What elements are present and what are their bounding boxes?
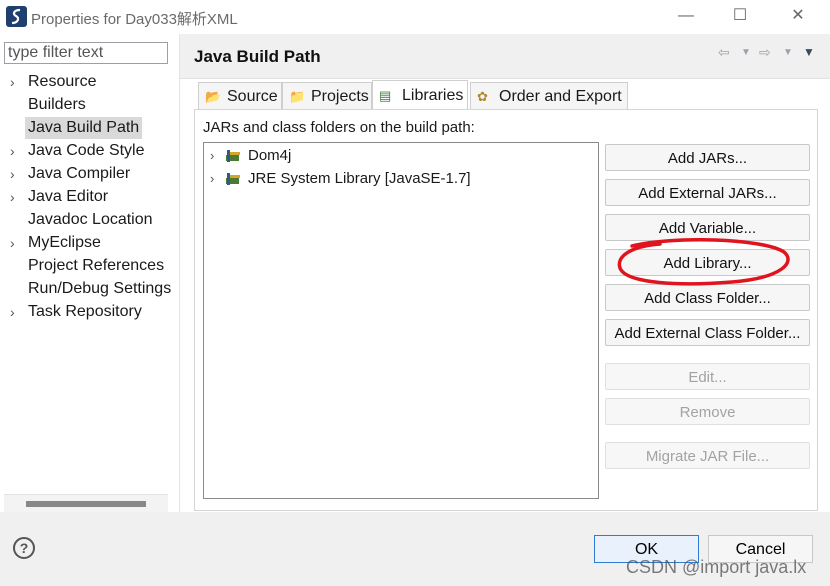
tree-item-label: Task Repository <box>28 303 142 320</box>
tree-item-label: Java Code Style <box>28 142 145 159</box>
pane-divider[interactable] <box>179 34 180 512</box>
edit-button[interactable]: Edit... <box>605 363 810 390</box>
migrate-jar-button[interactable]: Migrate JAR File... <box>605 442 810 469</box>
view-menu-icon[interactable]: ▼ <box>803 45 815 59</box>
libraries-icon: ▤ <box>379 88 392 103</box>
back-menu-chevron-icon[interactable]: ▼ <box>741 47 751 58</box>
tab-strip: 📂 Source 📁 Projects ▤ Libraries ✿ Order … <box>196 80 816 110</box>
tree-item-label: Java Editor <box>28 188 109 205</box>
myeclipse-app-icon <box>6 6 27 27</box>
help-icon[interactable]: ? <box>13 537 35 559</box>
forward-menu-chevron-icon[interactable]: ▼ <box>783 47 793 58</box>
tree-item-label: Java Build Path <box>25 117 143 139</box>
tab-label: Libraries <box>402 87 464 104</box>
library-jar-icon <box>226 150 240 162</box>
minimize-icon[interactable]: — <box>672 4 700 28</box>
chevron-right-icon[interactable]: › <box>10 163 22 185</box>
tree-item-label: Resource <box>28 73 97 90</box>
chevron-right-icon[interactable]: › <box>210 145 214 167</box>
horizontal-scrollbar[interactable] <box>4 494 168 513</box>
library-entry-label: JRE System Library [JavaSE-1.7] <box>248 170 471 187</box>
tab-label: Source <box>227 88 278 105</box>
tree-item-label: Javadoc Location <box>28 211 153 228</box>
chevron-right-icon[interactable]: › <box>10 71 22 93</box>
window-title: Properties for Day033解析XML <box>31 11 238 28</box>
tree-item-label: Run/Debug Settings <box>28 280 172 297</box>
filter-input[interactable] <box>4 42 168 64</box>
source-folder-icon: 📂 <box>205 89 222 104</box>
add-variable-button[interactable]: Add Variable... <box>605 214 810 241</box>
tab-source[interactable]: 📂 Source <box>198 82 282 109</box>
back-arrow-icon[interactable]: ⇦ <box>718 44 730 61</box>
page-title: Java Build Path <box>194 47 321 66</box>
chevron-right-icon[interactable]: › <box>10 186 22 208</box>
tab-libraries[interactable]: ▤ Libraries <box>372 80 468 109</box>
tree-item-label: Project References <box>28 257 165 274</box>
add-external-jars-button[interactable]: Add External JARs... <box>605 179 810 206</box>
remove-button[interactable]: Remove <box>605 398 810 425</box>
scrollbar-thumb[interactable] <box>26 501 146 507</box>
libraries-tree[interactable] <box>203 142 599 499</box>
add-class-folder-button[interactable]: Add Class Folder... <box>605 284 810 311</box>
tab-projects[interactable]: 📁 Projects <box>282 82 372 109</box>
chevron-right-icon[interactable]: › <box>210 168 214 190</box>
add-jars-button[interactable]: Add JARs... <box>605 144 810 171</box>
red-annotation-circle <box>617 238 790 286</box>
chevron-right-icon[interactable]: › <box>10 301 22 323</box>
tab-label: Projects <box>311 88 369 105</box>
tree-item-run-debug-settings[interactable]: Run/Debug Settings <box>0 278 172 300</box>
tab-label: Order and Export <box>499 88 622 105</box>
order-export-icon: ✿ <box>477 89 488 104</box>
chevron-right-icon[interactable]: › <box>10 140 22 162</box>
tree-item-label: Builders <box>28 96 86 113</box>
close-icon[interactable]: ✕ <box>784 4 812 28</box>
add-external-class-folder-button[interactable]: Add External Class Folder... <box>605 319 810 346</box>
tree-item-label: MyEclipse <box>28 234 101 251</box>
chevron-right-icon[interactable]: › <box>10 232 22 254</box>
library-jar-icon <box>226 173 240 185</box>
library-entry-label: Dom4j <box>248 147 292 164</box>
forward-arrow-icon[interactable]: ⇨ <box>759 44 771 61</box>
maximize-icon[interactable]: ☐ <box>726 4 754 28</box>
projects-icon: 📁 <box>289 89 306 104</box>
panel-description: JARs and class folders on the build path… <box>203 119 475 136</box>
tab-order-and-export[interactable]: ✿ Order and Export <box>470 82 628 109</box>
watermark: CSDN @import java.lx <box>626 557 807 577</box>
tree-item-label: Java Compiler <box>28 165 131 182</box>
